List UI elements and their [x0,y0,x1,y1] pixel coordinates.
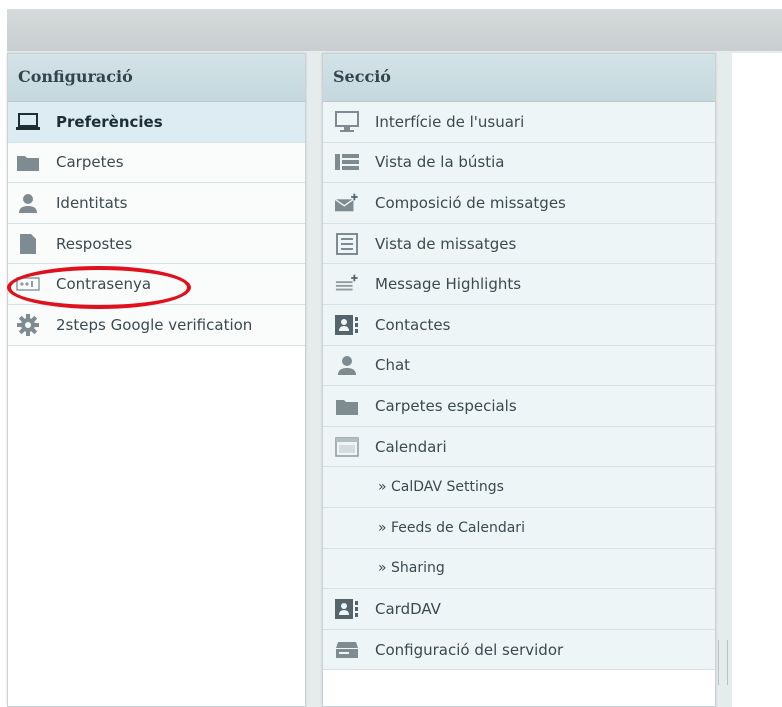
section-item-calendar[interactable]: Calendari [323,426,715,468]
server-icon [335,639,359,661]
mailbox-view-icon [335,151,359,173]
section-item-special-folders[interactable]: Carpetes especials [323,386,715,427]
user-icon [335,354,359,376]
section-item-label: Carpetes especials [375,396,517,415]
top-bar [7,9,782,51]
section-item-message-highlights[interactable]: Message Highlights [323,264,715,305]
settings-item-password[interactable]: Contrasenya [8,264,305,305]
section-item-label: Configuració del servidor [375,640,564,659]
section-item-label: Contactes [375,315,451,334]
settings-list: Preferències Carpetes Identitats Respost… [8,102,305,346]
section-item-label: Vista de missatges [375,234,517,253]
settings-item-preferences[interactable]: Preferències [8,102,305,143]
settings-item-label: Preferències [56,112,163,131]
section-item-label: Vista de la bústia [375,153,505,172]
section-item-label: Composició de missatges [375,193,566,212]
section-item-contacts[interactable]: Contactes [323,304,715,346]
content-panel [732,53,782,707]
contacts-icon [335,314,359,336]
password-icon [16,273,40,295]
folder-icon [16,151,40,173]
settings-item-label: Respostes [56,234,133,253]
compose-icon [335,192,359,214]
section-item-label: » CalDAV Settings [378,479,504,496]
settings-item-label: 2steps Google verification [56,315,253,334]
highlight-icon [335,273,359,295]
settings-panel: Configuració Preferències Carpetes Ident… [7,53,306,707]
section-item-carddav[interactable]: CardDAV [323,589,715,630]
section-item-composition[interactable]: Composició de missatges [323,183,715,224]
section-item-label: » Sharing [378,560,445,577]
contacts-icon [335,598,359,620]
gear-icon [16,313,40,336]
message-view-icon [335,232,359,255]
settings-item-responses[interactable]: Respostes [8,223,305,265]
section-item-label: Calendari [375,437,447,456]
resize-handle[interactable] [718,640,728,685]
section-item-sharing[interactable]: » Sharing [323,548,715,590]
settings-item-label: Carpetes [56,153,124,172]
section-item-chat[interactable]: Chat [323,345,715,387]
settings-panel-title: Configuració [8,54,305,102]
section-item-user-interface[interactable]: Interfície de l'usuari [323,102,715,143]
calendar-icon [335,436,359,458]
section-item-label: Message Highlights [375,275,522,294]
section-item-label: Interfície de l'usuari [375,112,525,131]
section-item-message-view[interactable]: Vista de missatges [323,223,715,265]
section-list: Interfície de l'usuari Vista de la bústi… [323,102,715,671]
folder-icon [335,395,359,417]
settings-item-identities[interactable]: Identitats [8,183,305,224]
section-item-label: CardDAV [375,599,441,618]
laptop-icon [16,111,40,133]
settings-item-label: Identitats [56,193,128,212]
section-item-caldav-settings[interactable]: » CalDAV Settings [323,467,715,508]
settings-item-folders[interactable]: Carpetes [8,142,305,184]
section-item-label: » Feeds de Calendari [378,519,525,536]
settings-item-2steps[interactable]: 2steps Google verification [8,304,305,346]
section-panel-title: Secció [323,54,715,102]
section-item-mailbox-view[interactable]: Vista de la bústia [323,142,715,184]
section-item-calendar-feeds[interactable]: » Feeds de Calendari [323,507,715,549]
section-panel: Secció Interfície de l'usuari Vista de l… [322,53,716,707]
user-icon [16,192,40,214]
monitor-icon [335,110,359,133]
settings-item-label: Contrasenya [56,275,152,294]
document-icon [16,233,40,255]
section-item-server-settings[interactable]: Configuració del servidor [323,629,715,671]
section-item-label: Chat [375,356,411,375]
